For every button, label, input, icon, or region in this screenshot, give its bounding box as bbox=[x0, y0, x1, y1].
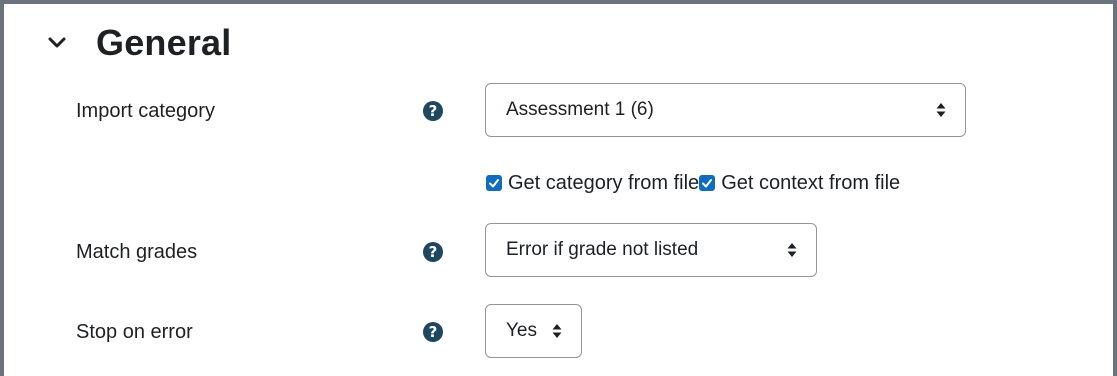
import-category-select[interactable]: Assessment 1 (6) bbox=[485, 83, 966, 137]
stop-on-error-label: Stop on error bbox=[76, 321, 193, 343]
match-grades-label: Match grades bbox=[76, 241, 198, 263]
get-context-checkbox[interactable] bbox=[699, 175, 716, 191]
section-header-general[interactable]: General bbox=[46, 20, 231, 66]
sort-arrows-icon bbox=[551, 322, 563, 340]
import-category-label: Import category bbox=[76, 100, 215, 122]
sort-arrows-icon bbox=[935, 101, 947, 119]
match-grades-select[interactable]: Error if grade not listed bbox=[485, 223, 817, 277]
get-category-checkbox[interactable] bbox=[486, 175, 502, 191]
chevron-down-icon[interactable] bbox=[46, 32, 68, 54]
import-options-checkboxes: Get category from file Get context from … bbox=[486, 170, 900, 196]
get-category-label[interactable]: Get category from file bbox=[508, 172, 699, 195]
section-title: General bbox=[96, 22, 232, 63]
sort-arrows-icon bbox=[786, 241, 798, 259]
get-context-label[interactable]: Get context from file bbox=[721, 172, 900, 195]
match-grades-value: Error if grade not listed bbox=[506, 239, 699, 260]
import-category-value: Assessment 1 (6) bbox=[506, 99, 654, 120]
stop-on-error-value: Yes bbox=[506, 320, 537, 341]
stop-on-error-select[interactable]: Yes bbox=[485, 304, 582, 358]
question-circle-icon[interactable]: ? bbox=[423, 101, 443, 121]
question-circle-icon[interactable]: ? bbox=[423, 322, 443, 342]
question-circle-icon[interactable]: ? bbox=[423, 242, 443, 262]
